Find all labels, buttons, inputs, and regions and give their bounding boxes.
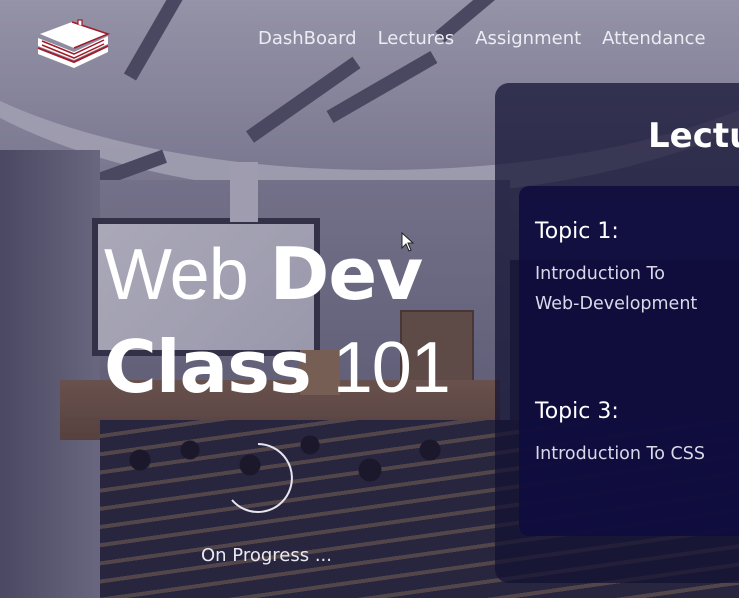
hero-word-class: Class: [104, 325, 312, 409]
topic-1-description-line: Web-Development: [535, 294, 698, 314]
nav-attendance[interactable]: Attendance: [602, 28, 705, 49]
progress-status: On Progress ...: [201, 545, 333, 566]
hero-title-line-1: Web Dev: [104, 228, 450, 321]
progress-spinner-icon: [231, 443, 293, 513]
topic-3-description: Introduction To CSS: [535, 439, 735, 469]
hero-title: Web Dev Class 101: [104, 228, 451, 414]
hero-word-dev: Dev: [269, 232, 424, 316]
hero-word-web: Web: [104, 235, 249, 315]
top-nav: DashBoard Lectures Assignment Attendance: [258, 28, 727, 49]
mouse-pointer-icon: [401, 232, 415, 252]
nav-dashboard[interactable]: DashBoard: [258, 28, 357, 49]
nav-lectures[interactable]: Lectures: [378, 28, 455, 49]
hero-word-101: 101: [332, 328, 451, 408]
topic-1-title: Topic 1:: [535, 219, 619, 244]
nav-assignment[interactable]: Assignment: [475, 28, 581, 49]
topic-3-description-line: Introduction To CSS: [535, 444, 705, 464]
hero-title-line-2: Class 101: [104, 321, 451, 414]
topic-1-description-line: Introduction To: [535, 264, 665, 284]
lectures-panel-title: Lectu: [648, 116, 739, 156]
topic-1-description: Introduction To Web-Development: [535, 259, 735, 319]
topic-3-title: Topic 3:: [535, 399, 619, 424]
books-logo-icon[interactable]: [34, 18, 112, 68]
